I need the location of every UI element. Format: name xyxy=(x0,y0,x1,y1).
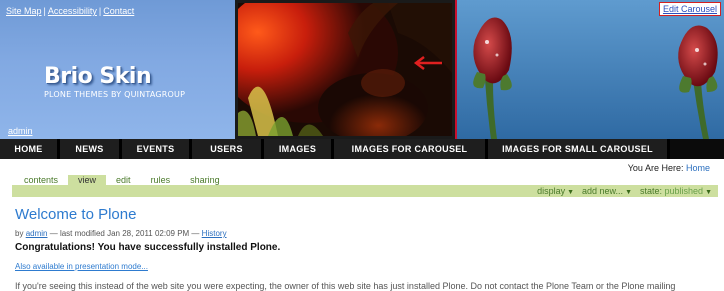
image-carousel[interactable] xyxy=(235,0,455,139)
site-actions-separator: | xyxy=(43,6,46,16)
breadcrumb-home-link[interactable]: Home xyxy=(686,163,710,173)
site-actions: Site Map | Accessibility | Contact xyxy=(6,6,134,16)
add-new-menu-label: add new... xyxy=(582,186,624,196)
brand-subtitle: PLONE THEMES BY QUINTAGROUP xyxy=(44,90,186,99)
site-map-link[interactable]: Site Map xyxy=(6,6,42,16)
accessibility-link[interactable]: Accessibility xyxy=(48,6,97,16)
nav-tab-images-for-carousel[interactable]: IMAGES FOR CAROUSEL xyxy=(334,139,488,159)
nav-tab-events[interactable]: EVENTS xyxy=(122,139,192,159)
portal-header: Site Map | Accessibility | Contact Brio Skin… xyxy=(0,0,724,139)
content-views: contents view edit rules sharing xyxy=(14,175,230,185)
brand-logo-title[interactable]: Brio Skin xyxy=(44,64,152,89)
state-value: published xyxy=(664,186,704,196)
tab-sharing[interactable]: sharing xyxy=(180,175,230,185)
brand-panel: Site Map | Accessibility | Contact Brio Skin… xyxy=(0,0,235,139)
display-menu[interactable]: display ▼ xyxy=(537,186,574,196)
breadcrumb-prefix: You Are Here: xyxy=(627,163,684,173)
triangle-down-icon: ▼ xyxy=(567,189,575,196)
byline-author-link[interactable]: admin xyxy=(26,229,48,238)
user-name-link[interactable]: admin xyxy=(8,126,33,136)
content-actions-bar: display ▼ add new... ▼ state: published ▼ xyxy=(12,185,718,197)
edit-carousel-link[interactable]: Edit Carousel xyxy=(658,2,721,16)
triangle-down-icon: ▼ xyxy=(705,189,712,196)
left-arrow-icon[interactable] xyxy=(412,55,444,71)
byline-by: by xyxy=(15,229,24,238)
nav-tab-images[interactable]: IMAGES xyxy=(264,139,334,159)
tab-view[interactable]: view xyxy=(68,175,107,185)
page-title: Welcome to Plone xyxy=(15,206,137,223)
tab-rules[interactable]: rules xyxy=(141,175,181,185)
tab-contents[interactable]: contents xyxy=(14,175,68,185)
tab-edit[interactable]: edit xyxy=(106,175,141,185)
nav-tab-news[interactable]: NEWS xyxy=(60,139,122,159)
presentation-mode-link[interactable]: Also available in presentation mode... xyxy=(15,262,148,271)
state-menu[interactable]: state: published ▼ xyxy=(640,186,712,196)
nav-tab-images-for-small-carousel[interactable]: IMAGES FOR SMALL CAROUSEL xyxy=(488,139,670,159)
intro-paragraph: If you're seeing this instead of the web… xyxy=(15,281,676,291)
document-byline: by admin — last modified Jan 28, 2011 02… xyxy=(15,229,227,238)
add-new-menu[interactable]: add new... ▼ xyxy=(582,186,632,196)
state-menu-label: state: xyxy=(640,186,663,196)
small-carousel[interactable]: Edit Carousel xyxy=(455,0,724,139)
contact-link[interactable]: Contact xyxy=(103,6,134,16)
carousel-roses-image xyxy=(457,0,724,139)
congratulations-heading: Congratulations! You have successfully i… xyxy=(15,242,281,253)
global-navigation: HOME NEWS EVENTS USERS IMAGES IMAGES FOR… xyxy=(0,139,724,159)
display-menu-label: display xyxy=(537,186,566,196)
history-link[interactable]: History xyxy=(202,229,227,238)
triangle-down-icon: ▼ xyxy=(625,189,632,196)
breadcrumb: You Are Here: Home xyxy=(628,163,710,173)
nav-tab-users[interactable]: USERS xyxy=(192,139,264,159)
site-actions-separator: | xyxy=(98,6,102,16)
byline-modified: — last modified Jan 28, 2011 02:09 PM — xyxy=(49,229,200,238)
nav-tab-home[interactable]: HOME xyxy=(0,139,60,159)
